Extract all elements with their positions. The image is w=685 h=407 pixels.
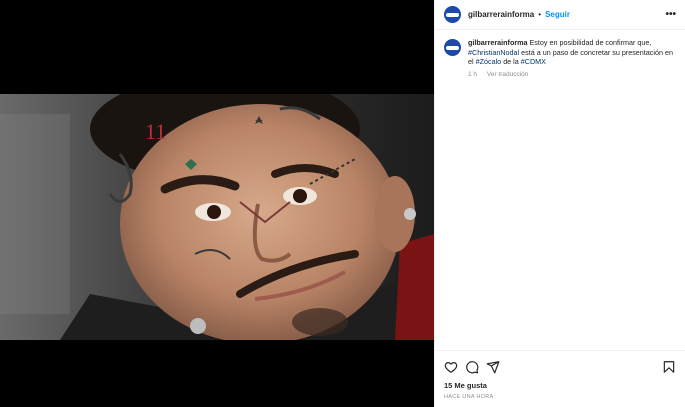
send-icon[interactable] (486, 360, 500, 374)
caption-age: 1 h (468, 70, 478, 78)
hashtag-link[interactable]: #ChristianNodal (468, 48, 519, 57)
more-options-icon[interactable]: ••• (665, 9, 676, 20)
media-pane: 11 (0, 0, 434, 407)
translate-link[interactable]: Ver traducción (487, 71, 529, 78)
separator-dot: • (538, 10, 542, 19)
instagram-post-modal: 11 gilbarrerainforma • Seguir ••• gilbar… (0, 0, 685, 407)
caption-text: Estoy en posibilidad de confirmar que, (529, 38, 652, 47)
portrait-illustration: 11 (0, 94, 434, 340)
post-timestamp: Hace una hora (444, 394, 494, 400)
caption-username[interactable]: gilbarrerainforma (468, 38, 528, 47)
actions-section: 15 Me gusta Hace una hora (435, 350, 685, 400)
action-bar (435, 351, 685, 375)
hashtag-link[interactable]: #CDMX (521, 57, 546, 66)
heart-icon[interactable] (444, 360, 458, 374)
caption-body: gilbarrerainforma Estoy en posibilidad d… (468, 38, 676, 79)
post-photo[interactable]: 11 (0, 94, 434, 340)
caption-meta: 1 h Ver traducción (468, 70, 676, 80)
svg-text:11: 11 (145, 119, 166, 144)
avatar[interactable] (444, 6, 461, 23)
post-header: gilbarrerainforma • Seguir ••• (435, 0, 685, 30)
bookmark-icon[interactable] (662, 360, 676, 374)
follow-button[interactable]: Seguir (545, 10, 570, 19)
caption-block: gilbarrerainforma Estoy en posibilidad d… (435, 30, 685, 79)
header-username[interactable]: gilbarrerainforma (468, 10, 534, 19)
post-sidebar: gilbarrerainforma • Seguir ••• gilbarrer… (434, 0, 685, 407)
caption-text: de la (503, 57, 519, 67)
caption-avatar[interactable] (444, 39, 461, 56)
comment-icon[interactable] (465, 360, 479, 374)
like-count[interactable]: 15 Me gusta (435, 375, 685, 390)
hashtag-link[interactable]: #Zócalo (476, 57, 502, 66)
